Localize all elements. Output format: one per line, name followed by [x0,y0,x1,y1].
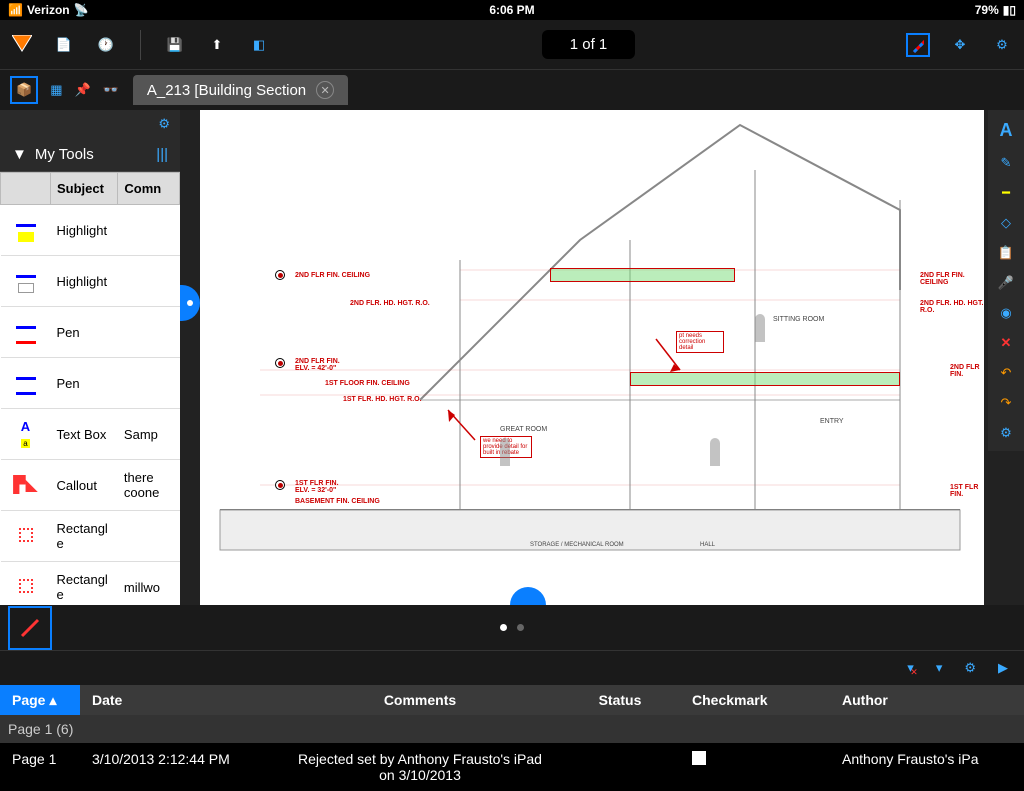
page-dots[interactable] [500,624,524,631]
filter-clear-icon[interactable]: ▾✕ [907,660,914,676]
annotate-mode-icon[interactable] [906,33,930,57]
glasses-icon[interactable]: 👓 [103,82,119,98]
text-tool-icon[interactable]: A [1000,120,1013,141]
columns-icon[interactable]: ||| [156,146,168,163]
col-comment[interactable]: Comn [118,173,180,205]
col-subject[interactable]: Subject [51,173,118,205]
cell-date: 3/10/2013 2:12:44 PM [80,751,280,767]
mic-tool-icon[interactable]: 🎤 [998,275,1014,291]
header-page[interactable]: Page ▴ [0,685,80,715]
tools-settings-icon[interactable]: ⚙ [158,116,170,132]
callout-annotation[interactable]: pt needs correction detail [676,331,724,353]
delete-tool-icon[interactable]: ✕ [1001,335,1012,351]
doc-tab-title: A_213 [Building Section [147,82,306,99]
move-icon[interactable]: ✥ [948,33,972,57]
cube-icon[interactable]: ◧ [247,33,271,57]
cell-page: Page 1 [0,751,80,767]
tools-panel: ⚙ ▼ My Tools ||| Subject Comn Highlight … [0,110,180,605]
header-status[interactable]: Status [560,692,680,708]
mytools-header[interactable]: ▼ My Tools ||| [0,138,180,172]
collapse-icon[interactable]: ▼ [12,146,27,163]
header-date[interactable]: Date [80,692,280,708]
left-handle[interactable] [180,285,200,321]
play-icon[interactable]: ▶ [998,660,1008,676]
battery-icon: ▮▯ [1003,3,1016,17]
signal-icon: 📶 [8,3,23,17]
current-tool-indicator[interactable] [8,606,52,650]
tool-table: Subject Comn Highlight Highlight Pen Pen… [0,172,180,605]
clock-icon[interactable]: 🕐 [94,33,118,57]
comment-row[interactable]: Page 1 3/10/2013 2:12:44 PM Rejected set… [0,743,1024,791]
pin-icon[interactable]: 📌 [74,82,90,98]
new-doc-icon[interactable]: 📄 [52,33,76,57]
status-bar: 📶 Verizon 📡 6:06 PM 79% ▮▯ [0,0,1024,20]
paste-tool-icon[interactable]: 📋 [998,245,1014,261]
sub-toolbar: 📦 ▦ 📌 👓 A_213 [Building Section ✕ [0,70,1024,110]
page-group-summary[interactable]: Page 1 (6) [0,715,1024,743]
tool-row[interactable]: Pen [1,358,180,409]
tool-row[interactable]: Highlight [1,205,180,256]
export-icon[interactable]: ⬆︎ [205,33,229,57]
comments-toolbar: ▾✕ ▾ ⚙ ▶ [0,650,1024,685]
grid-view-icon[interactable]: ▦ [50,82,62,98]
battery-pct: 79% [975,3,999,17]
tool-row[interactable]: ▛◣Calloutthere coone [1,460,180,511]
highlighter-tool-icon[interactable]: ━ [1002,185,1010,201]
filter-icon[interactable]: ▾ [936,660,943,676]
tool-settings-icon[interactable]: ⚙ [1000,425,1012,441]
top-toolbar: 📄 🕐 💾 ⬆︎ ◧ 1 of 1 ✥ ⚙ [0,20,1024,70]
mytools-title: My Tools [35,146,94,163]
cell-author: Anthony Frausto's iPa [830,751,1024,767]
status-time: 6:06 PM [489,3,534,17]
settings-icon[interactable]: ⚙ [990,33,1014,57]
document-tab[interactable]: A_213 [Building Section ✕ [133,75,348,105]
save-icon[interactable]: 💾 [163,33,187,57]
dot-2[interactable] [517,624,524,631]
col-icon[interactable] [1,173,51,205]
app-menu-icon[interactable] [10,33,34,57]
box-view-icon[interactable]: 📦 [10,76,38,104]
wifi-icon: 📡 [74,3,89,17]
redo-tool-icon[interactable]: ↷ [1001,395,1012,411]
comments-header: Page ▴ Date Comments Status Checkmark Au… [0,685,1024,715]
shape-tool-icon[interactable]: ◇ [1001,215,1011,231]
comments-settings-icon[interactable]: ⚙ [964,660,976,676]
tool-row[interactable]: Highlight [1,256,180,307]
tool-row[interactable]: Pen [1,307,180,358]
close-tab-icon[interactable]: ✕ [316,81,334,99]
page-counter[interactable]: 1 of 1 [542,30,636,59]
cell-comment: Rejected set by Anthony Frausto's iPad o… [280,751,560,783]
header-author[interactable]: Author [830,692,1024,708]
bottom-tool-strip [0,605,1024,650]
header-checkmark[interactable]: Checkmark [680,692,830,708]
sort-asc-icon: ▴ [49,692,56,709]
annotation-toolbar: A ✎ ━ ◇ 📋 🎤 ◉ ✕ ↶ ↷ ⚙ [988,110,1024,451]
tool-row[interactable]: AaText BoxSamp [1,409,180,460]
undo-tool-icon[interactable]: ↶ [1001,365,1012,381]
cell-check[interactable] [680,751,830,768]
carrier-label: Verizon [27,3,70,17]
header-comments[interactable]: Comments [280,692,560,708]
pen-tool-icon[interactable]: ✎ [1001,155,1012,171]
dot-1[interactable] [500,624,507,631]
camera-tool-icon[interactable]: ◉ [1000,305,1011,321]
drawing-canvas[interactable]: 2ND FLR FIN. CEILING 2ND FLR. HD. HGT. R… [200,110,984,605]
tool-row[interactable]: Rectangl emillwo [1,562,180,606]
document-viewer[interactable]: 2ND FLR FIN. CEILING 2ND FLR. HD. HGT. R… [180,110,1024,605]
tool-row[interactable]: Rectangl e [1,511,180,562]
